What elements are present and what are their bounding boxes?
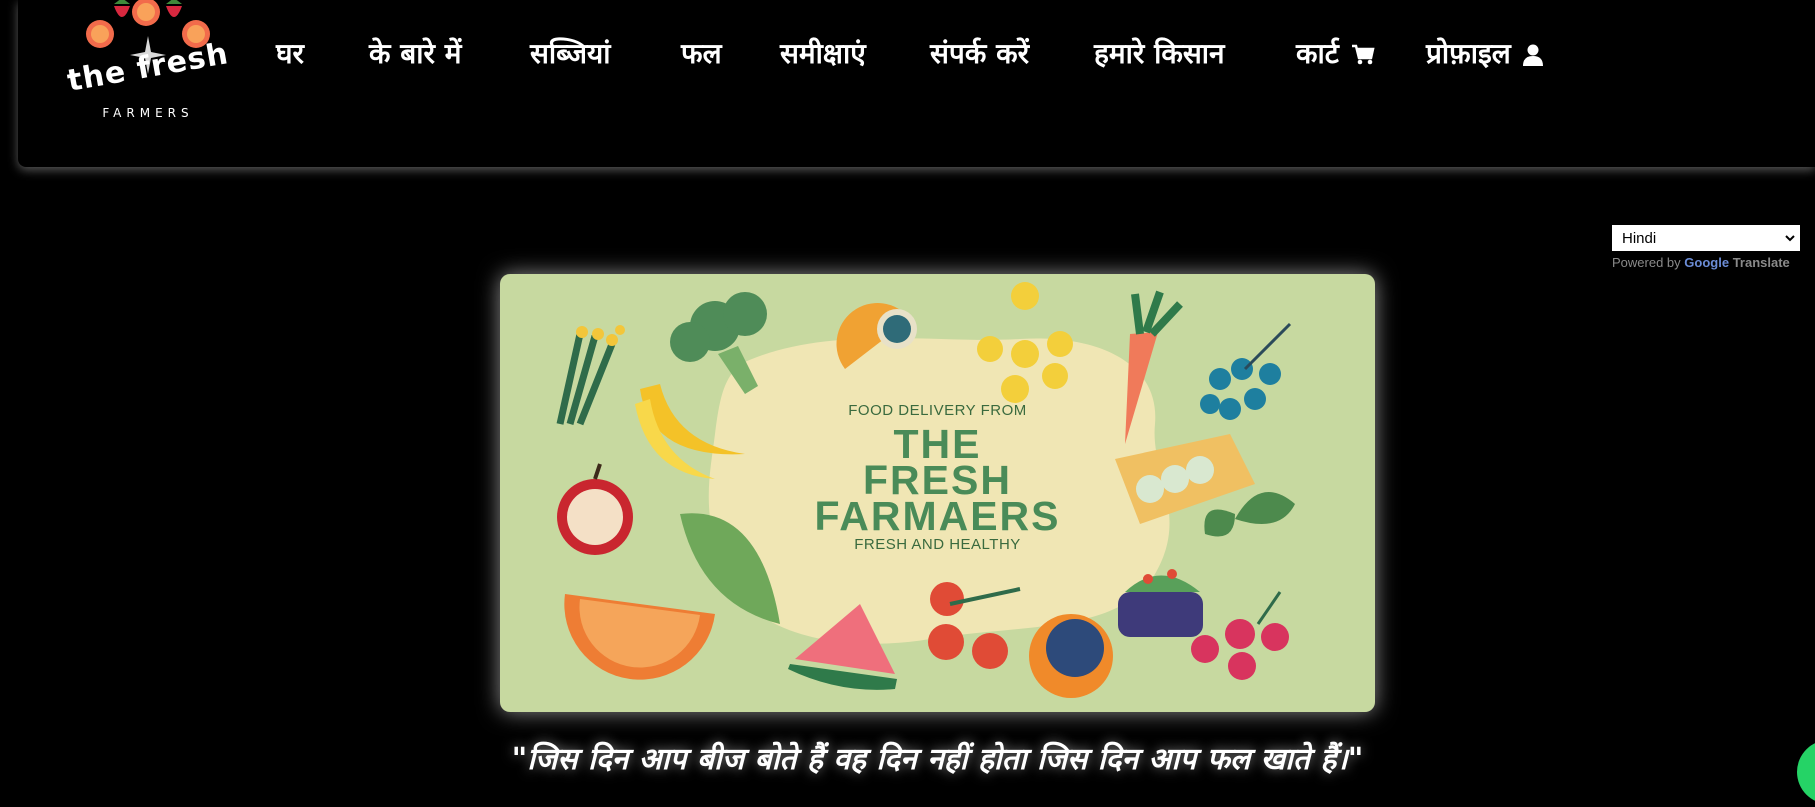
- hero-quote: "जिस दिन आप बीज बोते हैं वह दिन नहीं होत…: [511, 742, 1364, 777]
- nav-farmers[interactable]: हमारे किसान: [1094, 34, 1225, 72]
- nav-vegetables[interactable]: सब्जियां: [530, 34, 611, 72]
- nav-about[interactable]: के बारे में: [369, 34, 461, 72]
- nav-cart-label: कार्ट: [1296, 37, 1339, 70]
- orange-slice-icon: [564, 594, 715, 680]
- translate-link[interactable]: Translate: [1733, 255, 1790, 270]
- nav-reviews[interactable]: समीक्षाएं: [780, 34, 866, 72]
- powered-by-text: Powered by: [1612, 255, 1681, 270]
- user-icon: [1522, 44, 1543, 66]
- google-translate-widget: Hindi Powered by Google Translate: [1610, 223, 1802, 270]
- banner-line1: FOOD DELIVERY FROM: [848, 402, 1027, 419]
- navbar: the fresh FARMERS घर के बारे में सब्जिया…: [18, 0, 1815, 167]
- google-logo[interactable]: Google: [1684, 255, 1732, 270]
- nav-profile[interactable]: प्रोफ़ाइल: [1426, 34, 1543, 72]
- chat-button[interactable]: [1797, 740, 1815, 804]
- nav-home[interactable]: घर: [276, 34, 304, 72]
- broccoli-icon: [670, 292, 767, 394]
- banner-line5: FRESH AND HEALTHY: [854, 536, 1021, 553]
- nav-profile-label: प्रोफ़ाइल: [1426, 37, 1511, 70]
- grapefruit-icon: [1029, 614, 1113, 698]
- cart-icon: [1351, 44, 1375, 65]
- nav-contact[interactable]: संपर्क करें: [930, 34, 1029, 72]
- hero-banner: FOOD DELIVERY FROM THE FRESH FARMAERS FR…: [500, 274, 1375, 712]
- banner-line4: FARMAERS: [814, 493, 1061, 539]
- cherry-icon: [1191, 591, 1289, 680]
- powered-by-google: Powered by Google Translate: [1612, 255, 1802, 270]
- language-select[interactable]: Hindi: [1610, 223, 1802, 253]
- google-logo-text: Google: [1684, 255, 1730, 270]
- logo[interactable]: the fresh FARMERS: [62, 0, 234, 128]
- nav-fruits[interactable]: फल: [681, 34, 722, 72]
- nav-cart[interactable]: कार्ट: [1296, 34, 1375, 72]
- logo-sub: FARMERS: [102, 106, 194, 120]
